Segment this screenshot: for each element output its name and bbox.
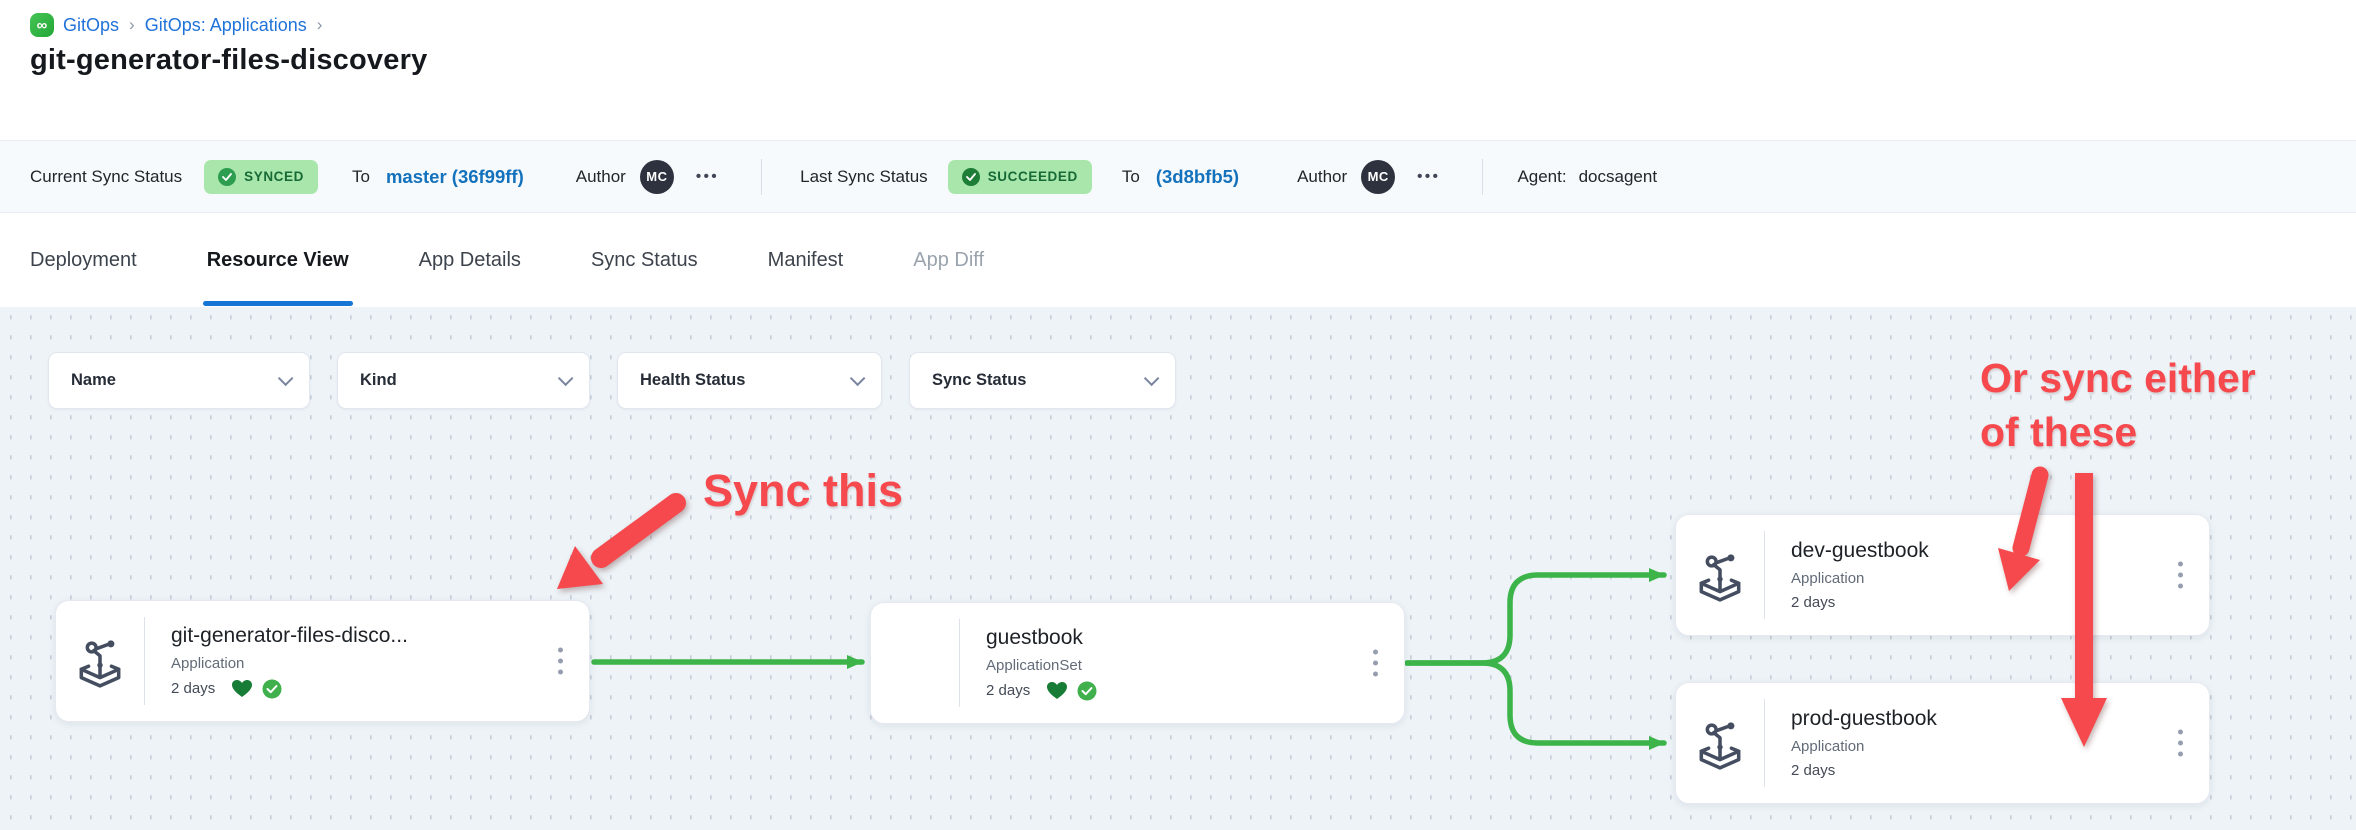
node-age: 2 days — [171, 680, 215, 697]
sync-status-bar: Current Sync Status SYNCED To master (36… — [0, 140, 2356, 213]
author-label: Author — [576, 167, 626, 187]
agent-label: Agent: — [1517, 167, 1566, 187]
annotation-sync-this: Sync this — [703, 465, 903, 517]
current-sync-status-label: Current Sync Status — [30, 167, 182, 187]
gitops-infinity-icon: ∞ — [30, 13, 54, 37]
node-kind: Application — [1791, 738, 2209, 755]
application-icon — [1695, 548, 1745, 602]
current-revision-link[interactable]: master (36f99ff) — [386, 166, 524, 188]
last-sync-status-label: Last Sync Status — [800, 167, 928, 187]
chevron-right-icon: › — [316, 15, 324, 35]
graph-filters: Name Kind Health Status Sync Status — [48, 352, 1176, 409]
annotation-line: Or sync either — [1980, 351, 2256, 405]
graph-node-dev-guestbook[interactable]: dev-guestbook Application 2 days — [1675, 514, 2210, 636]
author-avatar: MC — [1361, 160, 1395, 194]
filter-label: Name — [71, 371, 116, 390]
filter-name-dropdown[interactable]: Name — [48, 352, 310, 409]
to-label: To — [352, 167, 370, 187]
synced-check-icon — [1077, 681, 1097, 701]
more-actions-button[interactable]: ••• — [1417, 168, 1440, 185]
filter-label: Kind — [360, 371, 397, 390]
tab-manifest[interactable]: Manifest — [768, 213, 844, 307]
tab-app-diff[interactable]: App Diff — [913, 213, 984, 307]
filter-label: Health Status — [640, 371, 745, 390]
annotation-or-sync: Or sync either of these — [1980, 351, 2256, 459]
check-circle-icon — [218, 168, 236, 186]
synced-status-badge: SYNCED — [204, 160, 318, 194]
filter-kind-dropdown[interactable]: Kind — [337, 352, 590, 409]
synced-badge-label: SYNCED — [244, 169, 304, 184]
author-avatar: MC — [640, 160, 674, 194]
chevron-down-icon — [850, 371, 866, 387]
node-menu-button[interactable] — [1367, 644, 1384, 683]
graph-node-prod-guestbook[interactable]: prod-guestbook Application 2 days — [1675, 682, 2210, 804]
node-title: guestbook — [986, 626, 1404, 650]
tab-app-details[interactable]: App Details — [419, 213, 521, 307]
more-actions-button[interactable]: ••• — [696, 168, 719, 185]
page-header: ∞ GitOps › GitOps: Applications › git-ge… — [0, 0, 2356, 140]
succeeded-badge-label: SUCCEEDED — [988, 169, 1078, 184]
node-age: 2 days — [986, 682, 1030, 699]
to-label: To — [1122, 167, 1140, 187]
node-menu-button[interactable] — [552, 642, 569, 681]
graph-node-guestbook[interactable]: guestbook ApplicationSet 2 days — [870, 602, 1405, 724]
tab-deployment[interactable]: Deployment — [30, 213, 137, 307]
node-kind: ApplicationSet — [986, 657, 1404, 674]
graph-node-git-generator[interactable]: git-generator-files-disco... Application… — [55, 600, 590, 722]
filter-health-status-dropdown[interactable]: Health Status — [617, 352, 882, 409]
chevron-right-icon: › — [128, 15, 136, 35]
breadcrumb: ∞ GitOps › GitOps: Applications › — [30, 13, 323, 37]
node-age: 2 days — [1791, 762, 1835, 779]
divider — [1482, 159, 1483, 195]
node-kind: Application — [171, 655, 589, 672]
node-age: 2 days — [1791, 594, 1835, 611]
agent-value: docsagent — [1579, 167, 1657, 187]
filter-sync-status-dropdown[interactable]: Sync Status — [909, 352, 1176, 409]
check-circle-icon — [962, 168, 980, 186]
node-title: dev-guestbook — [1791, 539, 2209, 563]
agent-info: Agent: docsagent — [1517, 167, 1657, 187]
chevron-down-icon — [1144, 371, 1160, 387]
last-revision-link[interactable]: (3d8bfb5) — [1156, 166, 1239, 188]
annotation-line: of these — [1980, 405, 2256, 459]
page-title: git-generator-files-discovery — [30, 44, 427, 77]
succeeded-status-badge: SUCCEEDED — [948, 160, 1092, 194]
filter-label: Sync Status — [932, 371, 1026, 390]
healthy-heart-icon — [1046, 681, 1068, 700]
breadcrumb-link-gitops[interactable]: GitOps — [63, 15, 119, 36]
author-label: Author — [1297, 167, 1347, 187]
healthy-heart-icon — [231, 679, 253, 698]
tab-bar: Deployment Resource View App Details Syn… — [0, 213, 2356, 307]
resource-graph-canvas: Name Kind Health Status Sync Status — [0, 307, 2356, 830]
chevron-down-icon — [278, 371, 294, 387]
chevron-down-icon — [558, 371, 574, 387]
application-icon — [75, 634, 125, 688]
application-icon — [1695, 716, 1745, 770]
divider — [761, 159, 762, 195]
synced-check-icon — [262, 679, 282, 699]
breadcrumb-link-applications[interactable]: GitOps: Applications — [145, 15, 307, 36]
node-title: git-generator-files-disco... — [171, 624, 589, 648]
node-title: prod-guestbook — [1791, 707, 2209, 731]
tab-resource-view[interactable]: Resource View — [207, 213, 349, 307]
node-kind: Application — [1791, 570, 2209, 587]
node-menu-button[interactable] — [2172, 724, 2189, 763]
node-menu-button[interactable] — [2172, 556, 2189, 595]
tab-sync-status[interactable]: Sync Status — [591, 213, 698, 307]
